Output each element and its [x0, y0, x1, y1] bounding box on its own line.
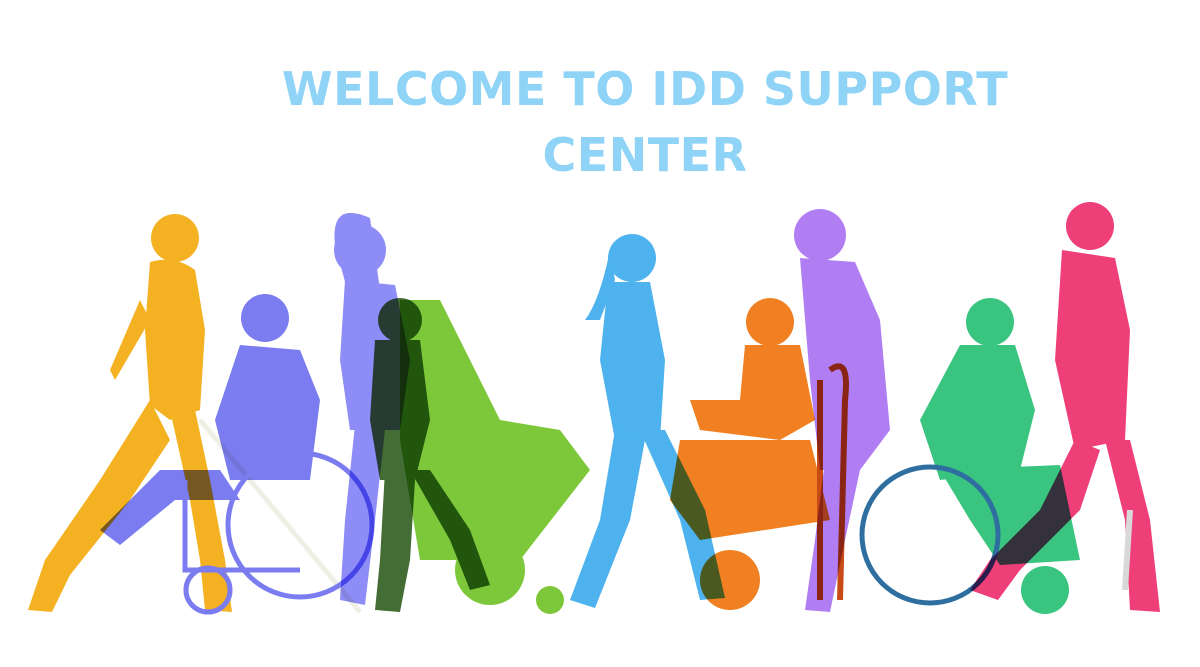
green-wheelchair-user-icon	[400, 300, 590, 614]
people-illustration	[28, 202, 1160, 615]
yellow-walking-person-icon	[28, 214, 232, 612]
